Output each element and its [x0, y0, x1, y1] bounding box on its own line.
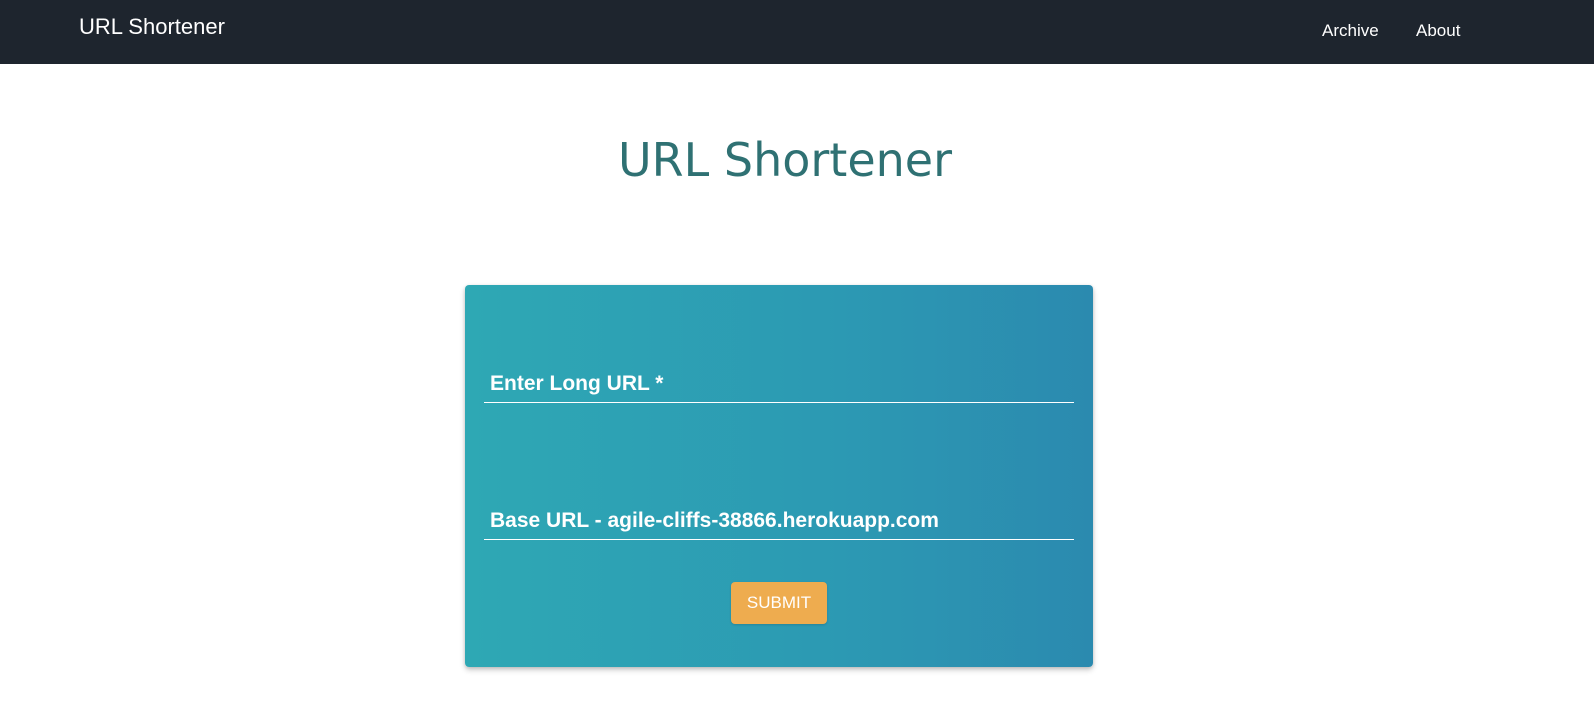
base-url-field	[484, 503, 1074, 540]
submit-button[interactable]: SUBMIT	[731, 582, 827, 624]
page-title: URL Shortener	[618, 133, 952, 187]
top-navbar: URL Shortener Archive About	[0, 0, 1594, 64]
long-url-field	[484, 366, 1074, 403]
page-title-wrapper: URL Shortener	[0, 133, 1594, 187]
shorten-form-card: SUBMIT	[465, 285, 1093, 667]
base-url-input[interactable]	[484, 503, 1074, 539]
brand-link[interactable]: URL Shortener	[79, 14, 225, 40]
nav-link-archive[interactable]: Archive	[1322, 21, 1379, 41]
long-url-input[interactable]	[484, 366, 1074, 402]
nav-link-about[interactable]: About	[1416, 21, 1460, 41]
